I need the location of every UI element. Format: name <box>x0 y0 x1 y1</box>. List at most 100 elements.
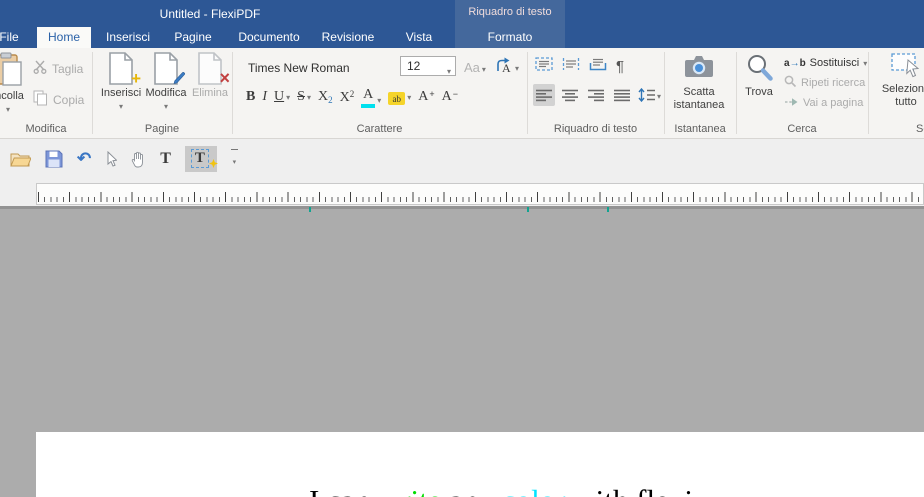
pointer-icon[interactable] <box>105 151 117 167</box>
text-plus-tool-icon[interactable]: T <box>185 146 217 172</box>
fit-frame-bottom-icon[interactable] <box>589 57 607 76</box>
copy-button: Copia <box>33 90 84 109</box>
insert-page-label: Inserisci <box>101 87 141 100</box>
repeat-search-icon <box>784 75 797 91</box>
tab-inserisci[interactable]: Inserisci <box>100 27 156 48</box>
strikethrough-dropdown-icon[interactable] <box>307 89 311 105</box>
highlight-dropdown-icon[interactable] <box>407 89 411 105</box>
select-all-icon <box>891 53 921 83</box>
tab-formato[interactable]: Formato <box>455 27 565 48</box>
underline-dropdown-icon[interactable] <box>286 89 290 105</box>
delete-page-label: Elimina <box>192 87 228 100</box>
text-tool-icon[interactable]: T <box>160 150 171 168</box>
font-name-combo[interactable]: Times New Roman <box>248 61 350 75</box>
edit-page-button[interactable]: Modifica <box>143 52 189 113</box>
select-all-button[interactable]: Seleziona tutto <box>878 53 924 109</box>
font-size-combo[interactable]: 12 <box>400 56 456 76</box>
line-spacing-button[interactable] <box>638 86 661 104</box>
paste-dropdown-icon <box>6 103 10 116</box>
svg-text:A: A <box>502 61 511 73</box>
plus-badge-icon <box>131 72 141 88</box>
group-separator <box>736 52 737 134</box>
open-folder-icon[interactable] <box>10 151 31 167</box>
repeat-search-label: Ripeti ricerca <box>801 77 865 89</box>
document-text-line[interactable]: I can write any color with flexi <box>309 483 693 497</box>
ribbon: Incolla Taglia Copia M <box>0 48 924 139</box>
subscript-button[interactable]: X2 <box>318 89 333 105</box>
font-color-swatch <box>361 104 375 108</box>
font-size-value: 12 <box>407 59 420 73</box>
justify-button[interactable] <box>611 84 633 106</box>
toolbar-overflow-icon[interactable] <box>231 149 238 169</box>
highlight-button[interactable]: ab <box>388 89 411 105</box>
insert-page-button[interactable]: Inserisci <box>98 52 144 113</box>
font-color-letter: A <box>363 87 373 103</box>
align-right-button[interactable] <box>585 84 607 106</box>
line-spacing-dropdown-icon[interactable] <box>657 86 661 104</box>
font-format-row: B I U S X2 X2 A ab A+ A− <box>246 84 458 110</box>
paste-button[interactable]: Incolla <box>0 52 32 116</box>
horizontal-ruler <box>36 183 924 205</box>
replace-icon: a→b <box>784 58 806 69</box>
text-direction-icon: A <box>494 56 514 78</box>
tab-documento[interactable]: Documento <box>232 27 306 48</box>
edit-page-icon <box>153 52 179 85</box>
snapshot-label: Scatta istantanea <box>668 86 730 112</box>
tab-revisione[interactable]: Revisione <box>314 27 382 48</box>
flexipdf-window: Untitled - FlexiPDF Riquadro di testo Fo… <box>0 0 924 497</box>
replace-dropdown-icon[interactable] <box>863 57 867 69</box>
group-label-carattere: Carattere <box>232 123 527 135</box>
group-label-riquadro: Riquadro di testo <box>527 123 664 135</box>
snapshot-button[interactable]: Scatta istantanea <box>668 54 730 112</box>
align-left-button[interactable] <box>533 84 555 106</box>
document-page[interactable]: I can write any color with flexi <box>36 432 924 497</box>
strikethrough-button[interactable]: S <box>297 89 311 105</box>
copy-label: Copia <box>53 93 84 107</box>
bold-button[interactable]: B <box>246 89 255 105</box>
undo-icon[interactable] <box>77 149 91 169</box>
tab-file[interactable]: File <box>0 27 25 48</box>
star-icon <box>209 155 218 173</box>
font-color-button[interactable]: A <box>361 87 381 108</box>
pan-hand-icon[interactable] <box>131 151 146 168</box>
font-size-dropdown-icon[interactable] <box>447 63 451 77</box>
italic-button[interactable]: I <box>262 89 267 105</box>
goto-page-label: Vai a pagina <box>803 97 863 109</box>
delete-badge-icon <box>219 72 230 88</box>
find-button[interactable]: Trova <box>738 53 780 99</box>
text-direction-button[interactable]: A <box>494 56 519 78</box>
delete-page-icon <box>197 52 223 85</box>
shrink-font-button[interactable]: A− <box>442 89 458 105</box>
tab-vista[interactable]: Vista <box>396 27 442 48</box>
grow-font-button[interactable]: A+ <box>418 89 434 105</box>
frame-edge-marker <box>607 207 609 212</box>
tab-home[interactable]: Home <box>37 27 91 48</box>
camera-icon <box>684 54 714 86</box>
goto-page-icon <box>784 97 799 110</box>
font-color-dropdown-icon[interactable] <box>377 92 381 108</box>
frame-edge-marker <box>527 207 529 212</box>
contextual-tab-group: Riquadro di testo Formato <box>455 0 565 48</box>
underline-button[interactable]: U <box>274 89 290 105</box>
alignment-row <box>533 84 661 106</box>
goto-page-button: Vai a pagina <box>784 96 867 110</box>
clipboard-paste-icon <box>0 52 23 90</box>
tab-pagine[interactable]: Pagine <box>164 27 222 48</box>
superscript-button[interactable]: X2 <box>340 89 355 106</box>
fit-frame-sides-icon[interactable] <box>562 57 580 76</box>
change-case-label: Aa <box>464 60 480 75</box>
change-case-button: Aa <box>464 60 486 75</box>
save-icon[interactable] <box>45 150 63 168</box>
text-run: I can <box>309 483 378 497</box>
text-run: with flexi <box>566 483 693 497</box>
fit-frame-top-icon[interactable] <box>535 57 553 76</box>
scissors-icon <box>33 60 47 77</box>
text-run: any <box>442 483 502 497</box>
pilcrow-icon[interactable] <box>616 58 624 76</box>
replace-button[interactable]: a→b Sostituisci <box>784 56 867 70</box>
cut-button: Taglia <box>33 60 83 77</box>
window-title: Untitled - FlexiPDF <box>160 7 261 21</box>
text-direction-dropdown-icon <box>515 58 519 76</box>
align-center-button[interactable] <box>559 84 581 106</box>
cut-label: Taglia <box>52 62 83 76</box>
